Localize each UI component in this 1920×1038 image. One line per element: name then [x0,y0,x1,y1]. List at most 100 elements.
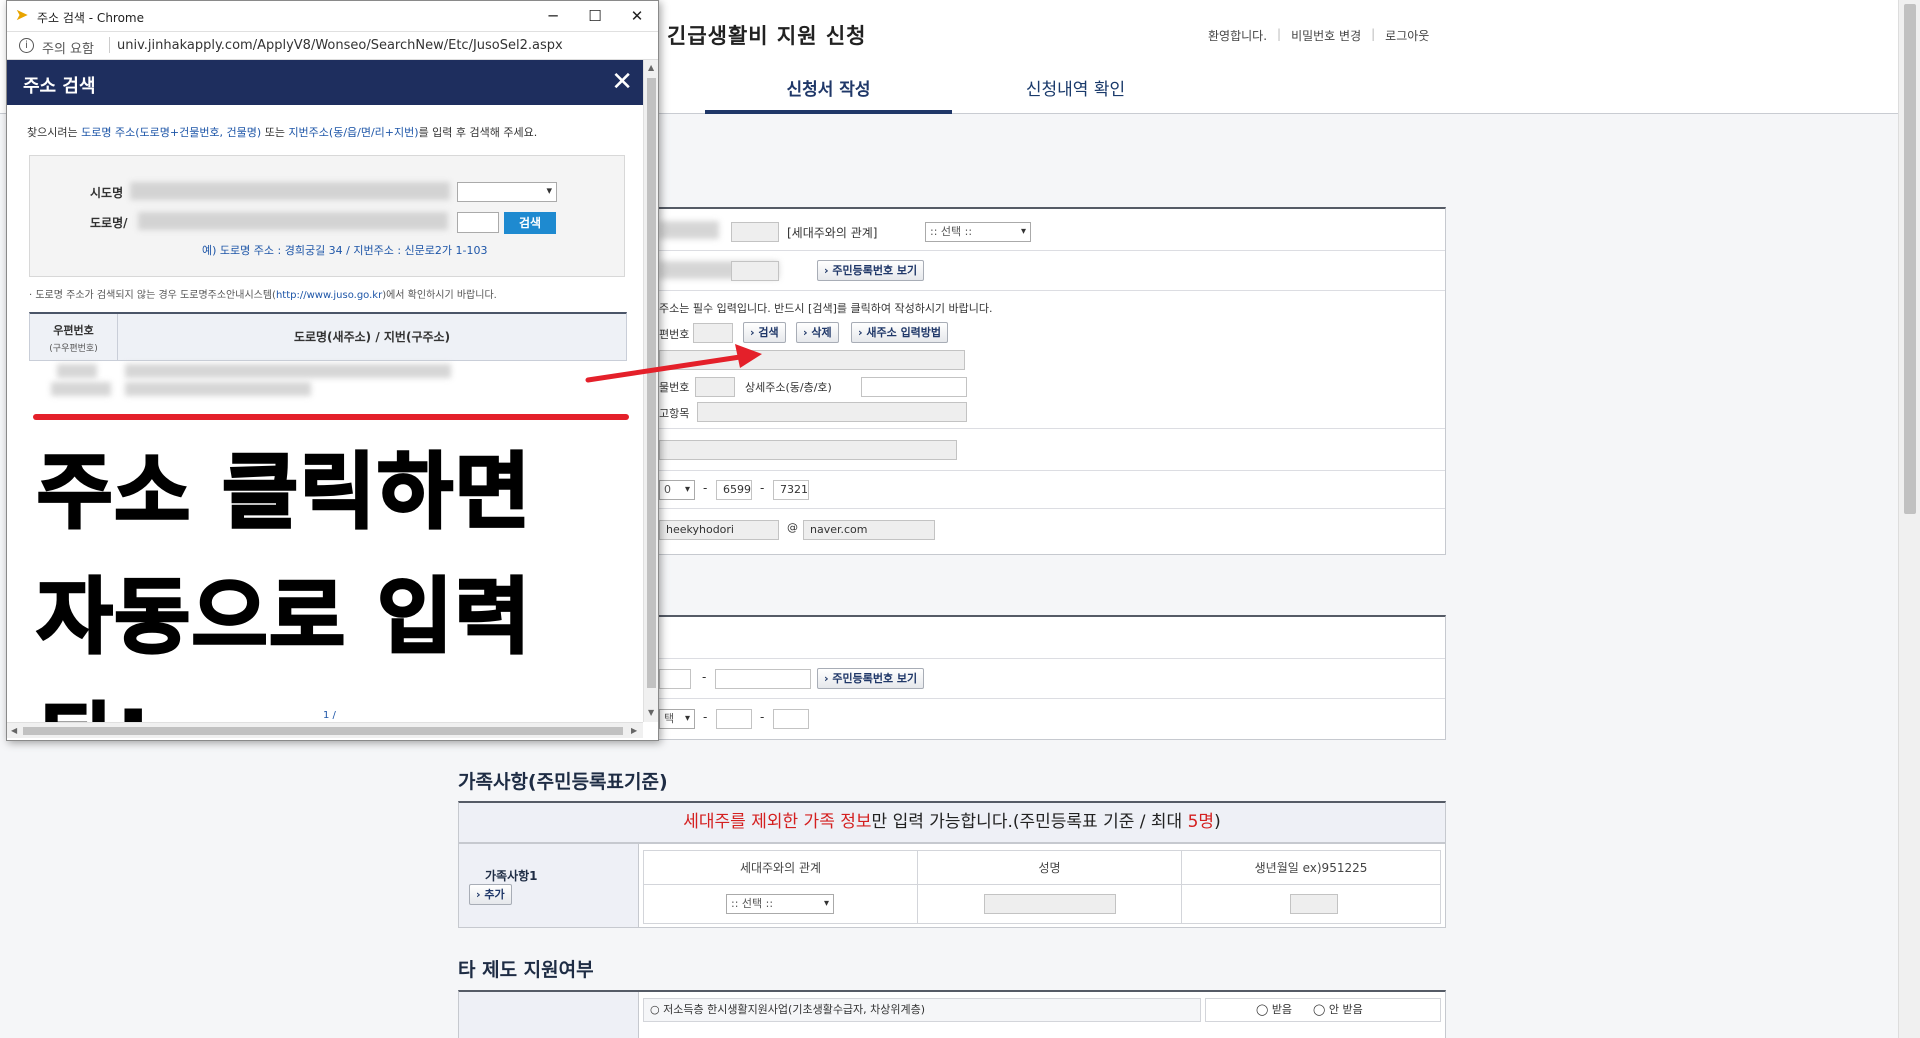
road-name-input[interactable] [457,212,499,233]
rrn-field[interactable] [731,261,779,281]
view-rrn-button-2[interactable]: › 주민등록번호 보기 [817,668,925,689]
search-note: · 도로명 주소가 검색되지 않는 경우 도로명주소안내시스템(http://w… [29,286,497,301]
overlay-line-2: 자동으로 입력 됨! [36,569,533,723]
page-scrollbar[interactable] [1898,0,1920,1038]
popup-vertical-scroll-thumb[interactable] [647,78,656,688]
address-search-label: 검색 [758,326,779,339]
overlay-annotation-text: 주소 클릭하면 자동으로 입력 됨! [36,430,643,723]
radio-not-received[interactable]: ◯ 안 받음 [1313,1003,1363,1016]
search-button[interactable]: 검색 [504,212,556,234]
blurred-result-old-zip[interactable] [51,382,111,396]
address-delete-button[interactable]: › 삭제 [796,322,839,343]
phone-prefix-select-2[interactable]: 택 [659,709,695,729]
view-rrn-label-2: 주민등록번호 보기 [832,672,918,685]
logout-link[interactable]: 로그아웃 [1385,27,1429,44]
blurred-result-zip[interactable] [57,364,97,378]
security-status[interactable]: 주의 요함 [42,38,94,57]
juso-link[interactable]: http://www.juso.go.kr [276,290,382,301]
radio-received-label: 받음 [1271,1003,1293,1016]
guide-text: 찾으시려는 [27,126,82,139]
scroll-left-icon[interactable]: ◀ [11,726,17,735]
road-address-field[interactable] [659,350,965,370]
info-icon[interactable]: i [19,38,34,53]
page-title: 긴급생활비 지원 신청 [667,24,867,48]
building-number-field[interactable] [695,377,735,397]
family-grid: 세대주와의 관계 :: 선택 :: 성명 생년월일 ex)951225 [643,850,1441,924]
pagination[interactable]: 1 / [323,710,336,721]
minimize-icon[interactable]: ─ [533,5,573,27]
phone-last-field[interactable]: 7321 [773,480,809,500]
address-search-button[interactable]: › 검색 [743,322,786,343]
rrn-front-field[interactable] [659,669,691,689]
old-address-field[interactable] [659,440,957,460]
birth-column: 생년월일 ex)951225 [1182,851,1440,923]
search-guide: 찾으시려는 도로명 주소(도로명+건물번호, 건물명) 또는 지번주소(동/읍/… [27,124,537,140]
popup-vertical-scrollbar[interactable]: ▲ ▼ [643,60,658,722]
scroll-up-icon[interactable]: ▲ [648,63,654,72]
sido-select[interactable] [457,182,557,202]
family-birth-field[interactable] [1290,894,1338,914]
tab-application-write[interactable]: 신청서 작성 [705,72,952,114]
view-rrn-button[interactable]: › 주민등록번호 보기 [817,260,925,281]
popup-horizontal-scrollbar[interactable]: ◀ ▶ [7,722,643,738]
phone-last-field-2[interactable] [773,709,809,729]
zip-column-header: 우편번호 (구우편번호) [30,314,118,361]
maximize-icon[interactable]: ☐ [575,5,615,27]
phone-mid-field-2[interactable] [716,709,752,729]
detail-address-field[interactable] [861,377,967,397]
blurred-result-jibun-address[interactable] [125,382,311,396]
popup-horizontal-scroll-thumb[interactable] [23,727,623,735]
blurred-result-road-address[interactable] [125,364,451,378]
other-support-item: ○ 저소득층 한시생활지원사업(기초생활수급자, 차상위계층) [643,998,1201,1022]
family-section-title: 가족사항(주민등록표기준) [458,771,668,793]
tab-application-history[interactable]: 신청내역 확인 [952,72,1199,114]
blurred-value [138,212,448,230]
page-scrollbar-thumb[interactable] [1904,4,1916,514]
blurred-value [659,221,719,239]
birth-column-header: 생년월일 ex)951225 [1182,851,1440,885]
scroll-right-icon[interactable]: ▶ [631,726,637,735]
result-table-header: 우편번호 (구우편번호) 도로명(새주소) / 지번(구주소) [29,312,627,361]
add-family-button[interactable]: › 추가 [469,884,512,905]
dash: - [760,710,765,724]
dash: - [760,481,765,495]
relation-select[interactable]: :: 선택 :: [925,222,1031,242]
main-tabs: 신청서 작성 신청내역 확인 [705,72,1199,114]
red-underline-annotation [33,414,629,420]
email-domain-field[interactable]: naver.com [803,520,935,540]
family-notice-count: 5명 [1187,812,1215,832]
phone-mid-field[interactable]: 6599 [716,480,752,500]
phone-prefix-select[interactable]: 0 [659,480,695,500]
family-relation-select[interactable]: :: 선택 :: [726,894,834,914]
close-window-icon[interactable]: ✕ [617,5,657,27]
top-links: 환영합니다. | 비밀번호 변경 | 로그아웃 [1208,27,1429,44]
change-password-link[interactable]: 비밀번호 변경 [1291,27,1361,44]
family-notice-highlight: 세대주를 제외한 가족 정보 [683,812,872,832]
divider: | [1277,27,1282,41]
popup-url[interactable]: univ.jinhakapply.com/ApplyV8/Wonseo/Sear… [117,38,563,53]
app-icon: ➤ [15,5,29,24]
family-name-field[interactable] [984,894,1116,914]
radio-received[interactable]: ◯ 받음 [1256,1003,1292,1016]
family-item-label: 가족사항1 [485,869,538,883]
close-icon[interactable]: ✕ [611,68,633,96]
divider: | [1371,27,1376,41]
new-address-guide-label: 새주소 입력방법 [866,326,942,339]
name-column-header: 성명 [918,851,1181,885]
search-box: 시도명 도로명/ 검색 예) 도로명 주소 : 경희궁길 34 / 지번주소 :… [29,155,625,277]
new-address-guide-button[interactable]: › 새주소 입력방법 [851,322,949,343]
other-support-section-title: 타 제도 지원여부 [458,959,594,981]
other-support-header [459,992,639,1038]
rrn-back-field[interactable] [715,669,811,689]
email-id-field[interactable]: heekyhodori [659,520,779,540]
dash: - [703,481,708,495]
name-column: 성명 [918,851,1182,923]
scroll-down-icon[interactable]: ▼ [648,708,654,717]
name-field[interactable] [731,222,779,242]
overlay-line-1: 주소 클릭하면 [36,444,533,542]
reference-field[interactable] [697,402,967,422]
note-text: · 도로명 주소가 검색되지 않는 경우 도로명주소안내시스템( [29,290,276,301]
guide-highlight-road: 도로명 주소(도로명+건물번호, 건물명) [81,126,262,139]
zip-field[interactable] [693,323,733,343]
relation-column: 세대주와의 관계 :: 선택 :: [644,851,918,923]
